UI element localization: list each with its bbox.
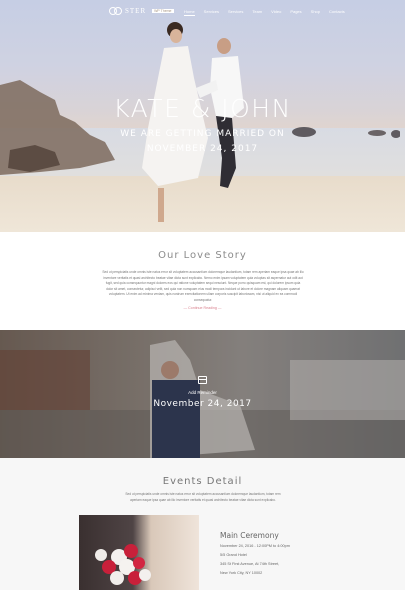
menu-item-services-2[interactable]: Services	[228, 9, 243, 16]
top-navigation: O STER WP Theme Home Services Services T…	[0, 0, 405, 22]
logo-text: STER	[125, 7, 147, 15]
wedding-date: November 24, 2017	[153, 399, 252, 409]
calendar-icon[interactable]	[198, 376, 207, 384]
save-the-date-section: Add Reminder November 24, 2017	[0, 330, 405, 458]
events-text: Sed ut perspiciatis unde omnis iste natu…	[125, 492, 281, 502]
event-address: 345 St First Avenue, At 74th Street,	[220, 562, 280, 566]
hero-section: O STER WP Theme Home Services Services T…	[0, 0, 405, 232]
logo-badge: WP Theme	[152, 9, 174, 13]
menu-item-team[interactable]: Team	[252, 9, 262, 16]
menu-item-services[interactable]: Services	[204, 9, 219, 16]
main-menu: Home Services Services Team Video Pages …	[184, 9, 345, 16]
event-venue: 5/5 Grand Hotel	[220, 553, 247, 557]
story-text: Sed ut perspiciatis unde omnis iste natu…	[102, 270, 304, 302]
site-logo[interactable]: O STER WP Theme	[107, 7, 174, 15]
love-story-section: Our Love Story Sed ut perspiciatis unde …	[0, 232, 405, 330]
section-title: Events Detail	[162, 476, 243, 487]
event-city: New York City, NY 10002	[220, 571, 263, 575]
hero-title: KATE & JOHN	[113, 94, 292, 123]
menu-item-shop[interactable]: Shop	[311, 9, 320, 16]
menu-item-video[interactable]: Video	[271, 9, 281, 16]
hero-date: NOVEMBER 24, 2017	[146, 144, 259, 154]
bouquet-image	[79, 515, 199, 590]
events-section: Events Detail Sed ut perspiciatis unde o…	[0, 458, 405, 590]
menu-item-pages[interactable]: Pages	[290, 9, 301, 16]
menu-item-home[interactable]: Home	[184, 9, 195, 16]
rings-icon	[109, 7, 123, 15]
menu-item-contacts[interactable]: Contacts	[329, 9, 345, 16]
event-time: November 24, 2016 - 12:00PM to 4:00pm	[220, 544, 290, 548]
continue-reading-link[interactable]: — Continue Reading —	[0, 306, 405, 310]
couple-image	[142, 22, 244, 222]
section-title: Our Love Story	[158, 250, 247, 261]
hero-subtitle: WE ARE GETTING MARRIED ON	[120, 129, 285, 139]
event-title: Main Ceremony	[220, 531, 279, 540]
add-reminder-link[interactable]: Add Reminder	[0, 390, 405, 395]
